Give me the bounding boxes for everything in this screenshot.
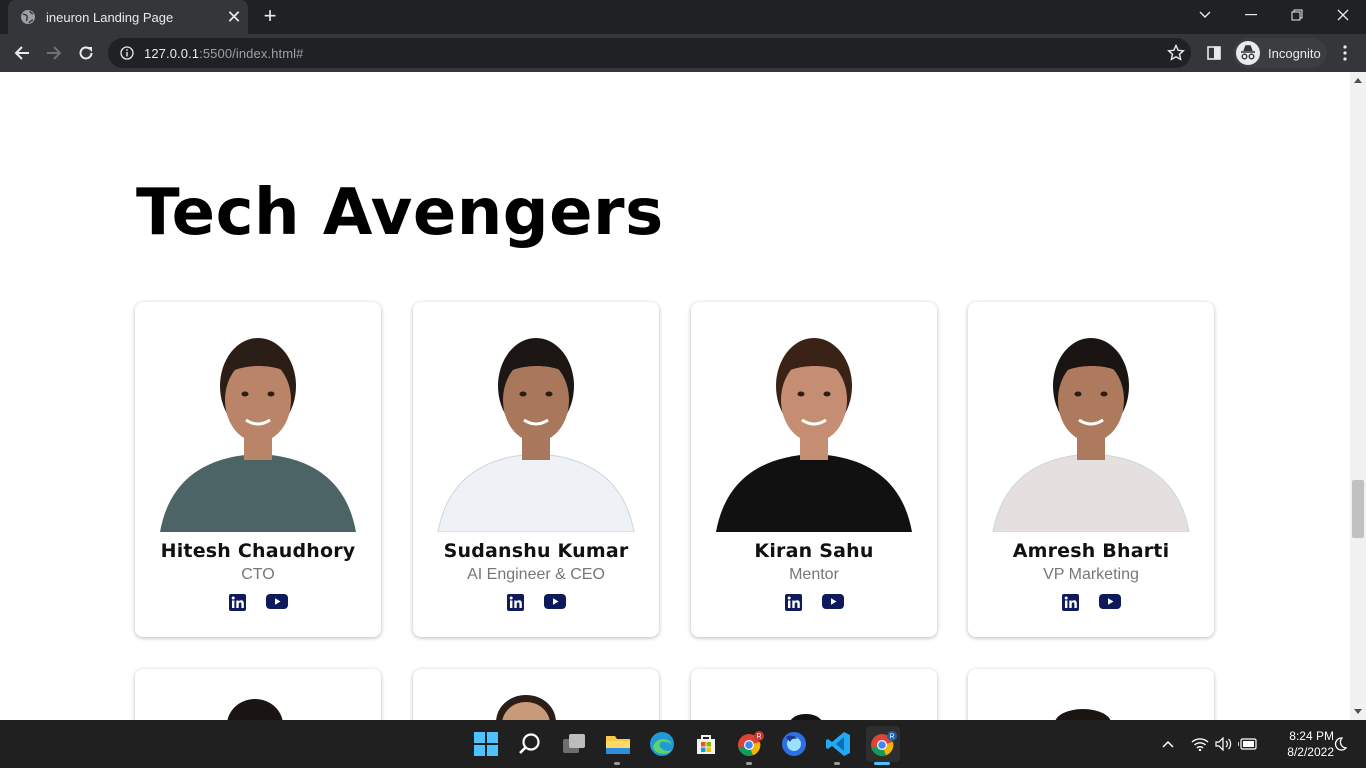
info-icon[interactable] — [120, 46, 134, 60]
page-viewport: Tech Avengers Hitesh Chaudhory CTO Sudan… — [0, 72, 1350, 720]
team-card — [691, 669, 937, 720]
page-title: Tech Avengers — [136, 176, 664, 250]
team-photo — [790, 714, 822, 720]
clock-time: 8:24 PM — [1289, 729, 1334, 743]
running-indicator — [746, 762, 752, 765]
team-card: Kiran Sahu Mentor — [691, 302, 937, 637]
team-card: Amresh Bharti VP Marketing — [968, 302, 1214, 637]
team-member-role: Mentor — [789, 566, 839, 583]
store-icon[interactable] — [690, 728, 722, 760]
menu-dots-icon[interactable] — [1331, 39, 1359, 67]
svg-text:R: R — [756, 734, 761, 741]
youtube-icon[interactable] — [1098, 594, 1121, 609]
scrollbar-thumb[interactable] — [1352, 480, 1364, 538]
linkedin-icon[interactable] — [228, 594, 246, 611]
restore-icon[interactable] — [1274, 0, 1320, 30]
tab-close-icon[interactable]: ✕ — [220, 8, 248, 26]
running-indicator — [834, 762, 840, 765]
url-text: 127.0.0.1:5500/index.html# — [144, 45, 304, 61]
youtube-icon[interactable] — [821, 594, 844, 609]
minimize-icon[interactable] — [1228, 0, 1274, 30]
forward-icon[interactable] — [40, 39, 68, 67]
linkedin-icon[interactable] — [1061, 594, 1079, 611]
team-card — [968, 669, 1214, 720]
team-member-role: AI Engineer & CEO — [467, 566, 605, 583]
team-member-name: Amresh Bharti — [1012, 540, 1170, 562]
vscode-icon[interactable] — [822, 728, 854, 760]
chrome-icon[interactable]: R — [734, 728, 766, 760]
team-photo — [428, 316, 644, 532]
social-links — [968, 594, 1214, 611]
volume-icon[interactable] — [1212, 728, 1236, 760]
new-tab-icon[interactable]: + — [258, 5, 282, 29]
browser-tab[interactable]: ineuron Landing Page ✕ — [8, 0, 248, 34]
back-icon[interactable] — [8, 39, 36, 67]
side-panel-icon[interactable] — [1200, 39, 1228, 67]
bookmark-star-icon[interactable] — [1167, 44, 1185, 62]
team-member-name: Sudanshu Kumar — [443, 540, 629, 562]
team-member-name: Hitesh Chaudhory — [160, 540, 356, 562]
file-explorer-icon[interactable] — [602, 728, 634, 760]
svg-text:R: R — [889, 734, 894, 741]
social-links — [413, 594, 659, 611]
address-bar[interactable]: 127.0.0.1:5500/index.html# — [108, 38, 1191, 68]
tray-chevron-up-icon[interactable] — [1154, 728, 1182, 760]
tab-title: ineuron Landing Page — [46, 9, 174, 25]
youtube-icon[interactable] — [543, 594, 566, 609]
team-card — [413, 669, 659, 720]
team-card: Hitesh Chaudhory CTO — [135, 302, 381, 637]
linkedin-icon[interactable] — [506, 594, 524, 611]
team-photo — [983, 316, 1199, 532]
edge-icon[interactable] — [646, 728, 678, 760]
battery-icon[interactable] — [1236, 728, 1260, 760]
windows-start-icon[interactable] — [470, 728, 502, 760]
close-window-icon[interactable] — [1320, 0, 1366, 30]
team-photo — [227, 699, 283, 720]
incognito-badge[interactable]: Incognito — [1233, 38, 1327, 68]
incognito-label: Incognito — [1268, 45, 1321, 61]
team-member-name: Kiran Sahu — [754, 540, 874, 562]
social-links — [691, 594, 937, 611]
team-card — [135, 669, 381, 720]
team-card: Sudanshu Kumar AI Engineer & CEO — [413, 302, 659, 637]
incognito-icon — [1236, 41, 1260, 65]
browser-tab-bar: ineuron Landing Page ✕ + — [0, 0, 1366, 34]
team-photo — [496, 695, 556, 720]
wifi-icon[interactable] — [1188, 728, 1212, 760]
team-photo — [150, 316, 366, 532]
team-member-role: VP Marketing — [1043, 566, 1139, 583]
team-photo — [1055, 709, 1111, 720]
search-icon[interactable] — [514, 728, 546, 760]
focus-assist-moon-icon[interactable] — [1328, 728, 1352, 760]
linkedin-icon[interactable] — [784, 594, 802, 611]
windows-taskbar: R R 8:24 PM 8/2/2022 — [0, 720, 1366, 768]
tab-search-icon[interactable] — [1182, 0, 1228, 30]
reload-icon[interactable] — [72, 39, 100, 67]
social-links — [135, 594, 381, 611]
task-view-icon[interactable] — [558, 728, 590, 760]
chrome-incognito-icon[interactable]: R — [866, 726, 900, 762]
running-indicator — [614, 762, 620, 765]
clock-date: 8/2/2022 — [1287, 745, 1334, 759]
system-clock[interactable]: 8:24 PM 8/2/2022 — [1264, 728, 1334, 760]
active-indicator — [874, 762, 890, 765]
youtube-icon[interactable] — [265, 594, 288, 609]
team-member-role: CTO — [241, 566, 275, 583]
firefox-icon[interactable] — [778, 728, 810, 760]
browser-toolbar: 127.0.0.1:5500/index.html# Incognito — [0, 34, 1366, 72]
team-photo — [706, 316, 922, 532]
globe-icon — [21, 10, 35, 24]
scrollbar[interactable] — [1350, 72, 1366, 720]
